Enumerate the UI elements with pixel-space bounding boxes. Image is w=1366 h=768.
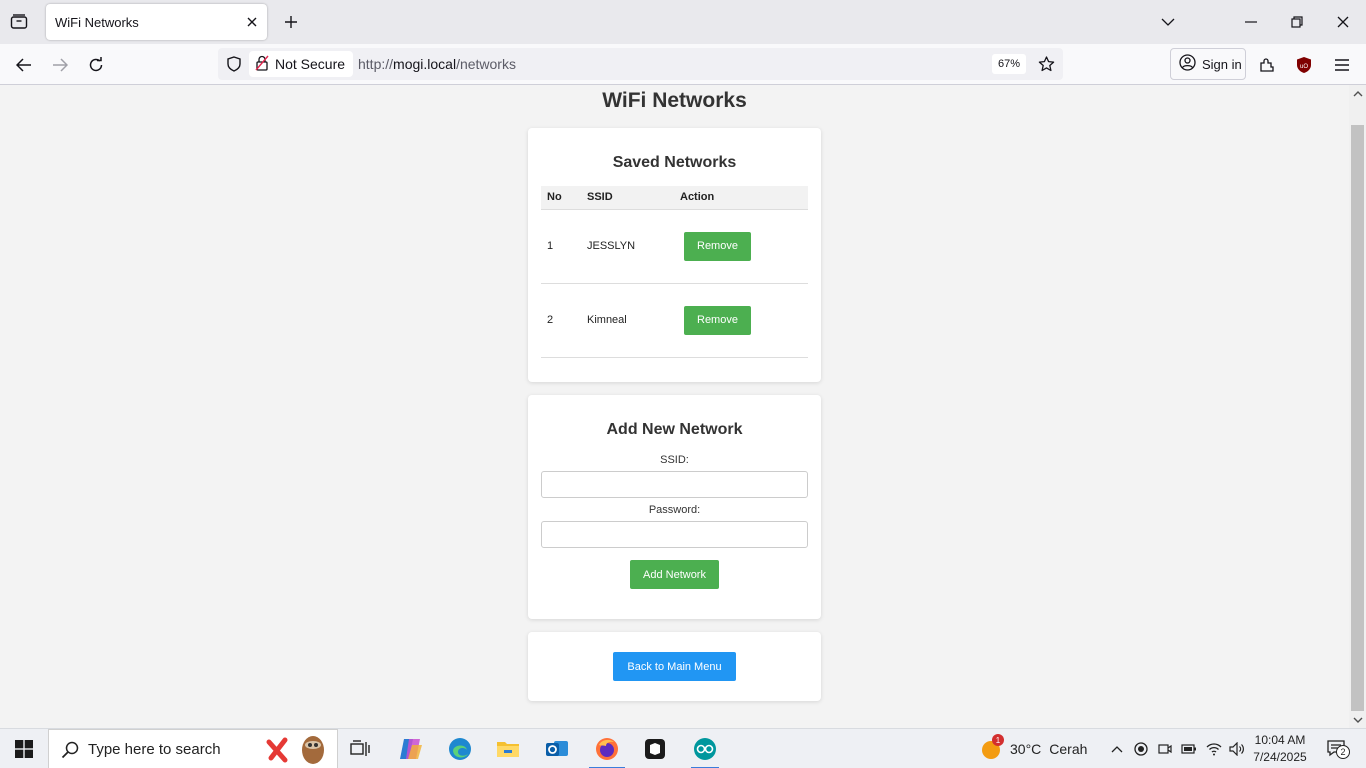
notification-count-badge: 2 (1336, 745, 1350, 759)
add-network-button-row: Add Network (528, 560, 821, 589)
windows-taskbar: Type here to search 1 30°C Cerah 10:04 A… (0, 728, 1366, 768)
row-action-cell: Remove (674, 209, 808, 284)
password-label: Password: (648, 504, 701, 516)
navigation-toolbar: Not Secure http://mogi.local/networks 67… (0, 44, 1366, 85)
not-secure-label: Not Secure (275, 56, 346, 72)
active-tab[interactable]: WiFi Networks (46, 4, 267, 40)
new-tab-icon[interactable] (280, 11, 302, 33)
battery-icon[interactable] (1180, 729, 1198, 768)
extensions-icon[interactable] (1255, 53, 1279, 77)
file-explorer-icon[interactable] (491, 729, 525, 768)
remove-network-button[interactable]: Remove (684, 231, 751, 261)
sign-in-label: Sign in (1202, 56, 1242, 72)
weather-temperature: 30°C (1010, 741, 1042, 757)
url-prefix: http:// (358, 56, 394, 72)
row-action-cell: Remove (674, 283, 808, 358)
tab-strip: WiFi Networks (0, 0, 1366, 44)
saved-networks-card: Saved Networks No SSID Action 1 JESSLYN … (528, 128, 821, 382)
tab-list-icon[interactable] (8, 11, 30, 33)
saved-networks-table: No SSID Action 1 JESSLYN Remove 2 Kimnea… (541, 186, 808, 358)
row-ssid: Kimneal (581, 283, 674, 358)
tracking-protection-shield-icon[interactable] (224, 54, 244, 74)
insecure-lock-icon (255, 55, 269, 74)
weather-sun-icon: 1 (980, 734, 1004, 760)
ublock-origin-icon[interactable]: uO (1292, 53, 1316, 77)
row-number: 2 (541, 283, 581, 358)
microsoft-edge-icon[interactable] (443, 729, 477, 768)
url-host: mogi.local (393, 56, 457, 72)
row-number: 1 (541, 209, 581, 284)
column-header-ssid: SSID (581, 186, 674, 210)
hamburger-menu-icon[interactable] (1330, 53, 1354, 77)
notification-bubble: 2 (1326, 739, 1350, 759)
ssid-label: SSID: (660, 454, 689, 466)
search-highlight-illustration-icon[interactable] (265, 734, 327, 768)
account-icon (1179, 54, 1196, 74)
address-bar[interactable]: Not Secure http://mogi.local/networks 67… (218, 48, 1063, 80)
url-path: /networks (456, 56, 516, 72)
sign-in-button[interactable]: Sign in (1170, 48, 1246, 80)
svg-text:uO: uO (1300, 64, 1308, 70)
back-to-main-menu-button[interactable]: Back to Main Menu (613, 652, 736, 681)
weather-widget[interactable]: 1 30°C Cerah (980, 729, 1087, 768)
remove-network-button[interactable]: Remove (684, 305, 751, 335)
page-viewport: WiFi Networks Saved Networks No SSID Act… (0, 85, 1349, 728)
task-view-icon[interactable] (345, 729, 375, 768)
forward-arrow-icon[interactable] (47, 52, 73, 78)
scroll-up-arrow-icon[interactable] (1352, 88, 1363, 99)
bookmark-star-icon[interactable] (1036, 54, 1056, 74)
copilot-icon[interactable] (394, 729, 428, 768)
firefox-taskbar-icon[interactable] (582, 729, 632, 768)
ssid-input[interactable] (541, 471, 808, 498)
arduino-ide-icon[interactable] (684, 729, 726, 768)
zoom-level-indicator[interactable]: 67% (992, 54, 1027, 74)
list-all-tabs-icon[interactable] (1156, 10, 1180, 34)
page-title: WiFi Networks (602, 89, 747, 112)
add-network-card: Add New Network SSID: Password: Add Netw… (528, 395, 821, 619)
scrollbar-thumb[interactable] (1351, 125, 1364, 711)
reload-icon[interactable] (83, 52, 109, 78)
row-ssid: JESSLYN (581, 209, 674, 284)
back-button-row: Back to Main Menu (528, 652, 821, 681)
minimize-icon[interactable] (1239, 10, 1263, 34)
wifi-icon[interactable] (1205, 729, 1223, 768)
taskbar-clock[interactable]: 10:04 AM 7/24/2025 (1250, 732, 1310, 766)
weather-description: Cerah (1049, 741, 1088, 757)
close-window-icon[interactable] (1331, 10, 1355, 34)
search-placeholder: Type here to search (88, 740, 221, 758)
url-text[interactable]: http://mogi.local/networks (358, 56, 516, 72)
connection-security-indicator[interactable]: Not Secure (249, 51, 354, 77)
back-card: Back to Main Menu (528, 632, 821, 701)
app-cube-icon[interactable] (638, 729, 672, 768)
meet-now-icon[interactable] (1156, 729, 1174, 768)
show-hidden-icons-chevron-icon[interactable] (1108, 729, 1126, 768)
record-icon[interactable] (1132, 729, 1150, 768)
taskbar-search-box[interactable]: Type here to search (48, 729, 338, 768)
tab-title: WiFi Networks (55, 14, 139, 30)
volume-icon[interactable] (1228, 729, 1246, 768)
clock-date: 7/24/2025 (1253, 750, 1307, 764)
close-tab-icon[interactable] (243, 13, 261, 31)
column-header-no: No (541, 186, 581, 210)
table-row: 1 JESSLYN Remove (541, 209, 808, 284)
password-input[interactable] (541, 521, 808, 548)
notification-center-icon[interactable]: 2 (1320, 729, 1354, 768)
restore-icon[interactable] (1285, 10, 1309, 34)
search-icon (61, 741, 79, 764)
column-header-action: Action (674, 186, 808, 210)
back-arrow-icon[interactable] (11, 52, 37, 78)
windows-start-icon[interactable] (0, 729, 48, 768)
add-network-heading: Add New Network (606, 421, 743, 438)
clock-time: 10:04 AM (1254, 733, 1306, 747)
scroll-down-arrow-icon[interactable] (1352, 714, 1363, 725)
weather-alert-badge: 1 (992, 734, 1004, 746)
outlook-icon[interactable] (540, 729, 574, 768)
saved-networks-heading: Saved Networks (612, 154, 737, 171)
add-network-button[interactable]: Add Network (630, 560, 719, 589)
table-row: 2 Kimneal Remove (541, 283, 808, 358)
table-header-row: No SSID Action (541, 186, 808, 210)
page-scrollbar[interactable] (1349, 85, 1366, 728)
